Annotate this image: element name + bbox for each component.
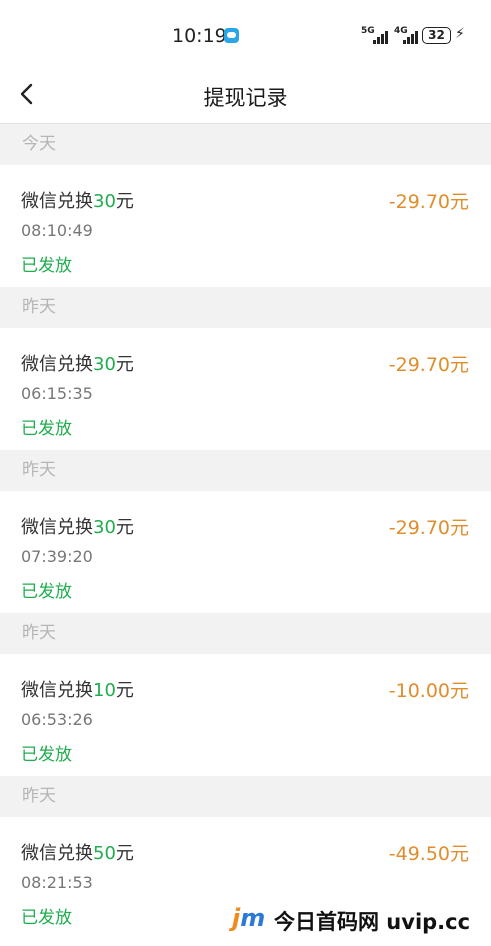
record-time: 07:39:20 bbox=[21, 547, 93, 566]
section-3: 昨天 微信兑换10元 06:53:26 已发放 -10.00元 bbox=[0, 613, 491, 776]
status-badge: 已发放 bbox=[21, 745, 72, 765]
date-header: 昨天 bbox=[0, 613, 491, 654]
record-amount: -29.70元 bbox=[388, 517, 469, 539]
status-badge: 已发放 bbox=[21, 256, 72, 276]
record-time: 08:10:49 bbox=[21, 221, 93, 240]
record-time: 08:21:53 bbox=[21, 873, 93, 892]
watermark-logo: jm bbox=[232, 904, 266, 932]
status-badge: 已发放 bbox=[21, 582, 72, 602]
record-time: 06:15:35 bbox=[21, 384, 93, 403]
record-amount: -29.70元 bbox=[388, 191, 469, 213]
record-title: 微信兑换30元 bbox=[21, 517, 134, 538]
date-header: 今天 bbox=[0, 124, 491, 165]
list-item[interactable]: 微信兑换30元 08:10:49 已发放 -29.70元 bbox=[0, 165, 491, 287]
section-2: 昨天 微信兑换30元 07:39:20 已发放 -29.70元 bbox=[0, 450, 491, 613]
status-time: 10:19 bbox=[172, 25, 227, 47]
watermark-text: 今日首码网 uvip.cc bbox=[274, 910, 471, 934]
charging-icon: ⚡ bbox=[455, 26, 465, 42]
status-badge: 已发放 bbox=[21, 908, 72, 928]
status-bar: 10:19 5G 4G 32 ⚡ bbox=[0, 0, 491, 72]
date-header: 昨天 bbox=[0, 287, 491, 328]
record-title: 微信兑换10元 bbox=[21, 680, 134, 701]
list-item[interactable]: 微信兑换30元 06:15:35 已发放 -29.70元 bbox=[0, 328, 491, 450]
date-header: 昨天 bbox=[0, 450, 491, 491]
signal-bars-icon bbox=[373, 30, 389, 44]
list-item[interactable]: 微信兑换10元 06:53:26 已发放 -10.00元 bbox=[0, 654, 491, 776]
section-1: 昨天 微信兑换30元 06:15:35 已发放 -29.70元 bbox=[0, 287, 491, 450]
signal-bars-icon bbox=[403, 30, 419, 44]
record-title: 微信兑换30元 bbox=[21, 354, 134, 375]
withdrawal-list: 今天 微信兑换30元 08:10:49 已发放 -29.70元 昨天 微信兑换3… bbox=[0, 124, 491, 939]
record-amount: -49.50元 bbox=[388, 843, 469, 865]
section-0: 今天 微信兑换30元 08:10:49 已发放 -29.70元 bbox=[0, 124, 491, 287]
page-title: 提现记录 bbox=[203, 86, 288, 110]
nav-bar: 提现记录 bbox=[0, 72, 491, 124]
date-header: 昨天 bbox=[0, 776, 491, 817]
watermark: jm 今日首码网 uvip.cc bbox=[228, 900, 491, 940]
record-amount: -29.70元 bbox=[388, 354, 469, 376]
record-title: 微信兑换30元 bbox=[21, 191, 134, 212]
message-icon bbox=[224, 28, 239, 43]
record-title: 微信兑换50元 bbox=[21, 843, 134, 864]
list-item[interactable]: 微信兑换30元 07:39:20 已发放 -29.70元 bbox=[0, 491, 491, 613]
record-amount: -10.00元 bbox=[388, 680, 469, 702]
battery-icon: 32 bbox=[422, 27, 451, 44]
record-time: 06:53:26 bbox=[21, 710, 93, 729]
status-badge: 已发放 bbox=[21, 419, 72, 439]
